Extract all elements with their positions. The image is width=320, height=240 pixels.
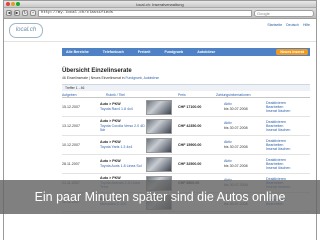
site-header: local.ch Startseite Deutsch Hilfe bbox=[4, 20, 316, 42]
row-status: Aktivbis 30.07.2008 bbox=[224, 140, 266, 149]
top-link-help[interactable]: Hilfe bbox=[303, 23, 310, 27]
row-date: 28.11.2007 bbox=[62, 162, 80, 166]
status-until: bis 30.07.2008 bbox=[224, 164, 248, 168]
car-thumbnail[interactable] bbox=[146, 118, 172, 134]
sort-title[interactable]: Rubrik / Titel bbox=[106, 92, 164, 97]
nav-item-phonebook[interactable]: Telefonbuch bbox=[103, 50, 124, 54]
nav-item-fundgrueb[interactable]: Fundgrueb bbox=[164, 50, 183, 54]
row-price: CHF 42350.00 bbox=[178, 124, 202, 128]
row-title: Auto > PKW Toyota Corolla Verso 2.0 4D 5d… bbox=[100, 119, 146, 133]
car-thumbnail[interactable] bbox=[146, 156, 172, 172]
pager-bar: Treffer 1 - 46 bbox=[62, 84, 310, 91]
zoom-window-button[interactable] bbox=[16, 2, 20, 6]
close-window-button[interactable] bbox=[6, 2, 10, 6]
row-actions: DeaktivierenBearbeitenInserat löschen bbox=[266, 139, 306, 152]
back-button[interactable]: ◀ bbox=[6, 10, 12, 16]
row-status: Aktivbis 30.07.2008 bbox=[224, 102, 266, 111]
page-title: Übersicht Einzelinserate bbox=[62, 68, 132, 74]
row-title-link[interactable]: Toyota Rav4 1.8 4x4 bbox=[100, 107, 146, 112]
new-ad-button[interactable]: Neues Inserat bbox=[276, 49, 308, 55]
delete-link[interactable]: Inserat löschen bbox=[266, 147, 306, 151]
filter-line: 46 Einzelinserate | Neues Einzelinserat … bbox=[62, 76, 159, 80]
window-title: local.ch: Inseratverwaltung bbox=[136, 2, 184, 7]
table-row[interactable]: 15.12.2007 Auto > PKW Toyota Rav4 1.8 4x4… bbox=[62, 98, 310, 117]
address-bar[interactable]: http://my.local.ch/classifieds bbox=[38, 9, 252, 17]
sort-payment[interactable]: Zahlungsinformationen bbox=[216, 92, 266, 97]
table-row[interactable]: 10.12.2007 Auto > PKW Toyota Yaris 1.3 4x… bbox=[62, 136, 310, 155]
window-controls bbox=[6, 2, 20, 6]
top-link-language[interactable]: Deutsch bbox=[286, 23, 299, 27]
row-date: 13.12.2007 bbox=[62, 124, 80, 128]
row-price: CHF 15900.00 bbox=[178, 143, 202, 147]
status-until: bis 30.07.2008 bbox=[224, 107, 248, 111]
row-title-link[interactable]: Toyota Corolla Verso 2.0 4D 5dr bbox=[100, 124, 146, 133]
row-actions: DeaktivierenBearbeitenInserat löschen bbox=[266, 101, 306, 114]
main-nav: Alle Bereiche Telefonbuch Freizeit Fundg… bbox=[62, 48, 310, 56]
status-until: bis 30.07.2008 bbox=[224, 145, 248, 149]
search-input[interactable]: Google bbox=[254, 9, 314, 17]
top-link-home[interactable]: Startseite bbox=[267, 23, 282, 27]
nav-item-autoboerse[interactable]: Autobörse bbox=[197, 50, 215, 54]
delete-link[interactable]: Inserat löschen bbox=[266, 128, 306, 132]
title-bar: local.ch: Inseratverwaltung bbox=[4, 1, 316, 8]
row-status: Aktivbis 30.07.2008 bbox=[224, 159, 266, 168]
sub-nav bbox=[62, 57, 310, 61]
delete-link[interactable]: Inserat löschen bbox=[266, 166, 306, 170]
browser-toolbar: ◀ ▶ ↻ + http://my.local.ch/classifieds G… bbox=[4, 8, 316, 19]
sort-price[interactable]: Preis bbox=[164, 92, 216, 97]
add-bookmark-button[interactable]: + bbox=[30, 10, 36, 16]
row-price: CHF 17100.00 bbox=[178, 105, 202, 109]
row-title: Auto > PKW Toyota Yaris 1.3 4x4 bbox=[100, 140, 146, 149]
row-title: Auto > PKW Toyota Rav4 1.8 4x4 bbox=[100, 102, 146, 111]
status-until: bis 30.07.2008 bbox=[224, 126, 248, 130]
forward-button[interactable]: ▶ bbox=[14, 10, 20, 16]
category-links[interactable]: Fundgrueb, Autobörse bbox=[125, 76, 159, 80]
row-title-link[interactable]: Toyota Auris 1.8 Linea Sol bbox=[100, 164, 146, 169]
ad-count-text: 46 Einzelinserate | Neues Einzelinserat … bbox=[62, 76, 125, 80]
site-logo[interactable]: local.ch bbox=[9, 23, 43, 38]
table-row[interactable]: 13.12.2007 Auto > PKW Toyota Corolla Vers… bbox=[62, 117, 310, 136]
top-links: Startseite Deutsch Hilfe bbox=[264, 23, 310, 27]
delete-link[interactable]: Inserat löschen bbox=[266, 109, 306, 113]
caption-text: Ein paar Minuten später sind die Autos o… bbox=[34, 190, 286, 204]
row-actions: DeaktivierenBearbeitenInserat löschen bbox=[266, 120, 306, 133]
reload-button[interactable]: ↻ bbox=[22, 10, 28, 16]
car-thumbnail[interactable] bbox=[146, 99, 172, 115]
sort-date[interactable]: Aufgeben bbox=[62, 92, 106, 97]
row-status: Aktivbis 30.07.2008 bbox=[224, 121, 266, 130]
row-date: 15.12.2007 bbox=[62, 105, 80, 109]
row-date: 10.12.2007 bbox=[62, 143, 80, 147]
nav-item-all[interactable]: Alle Bereiche bbox=[66, 50, 89, 54]
row-actions: DeaktivierenBearbeitenInserat löschen bbox=[266, 158, 306, 171]
nav-item-leisure[interactable]: Freizeit bbox=[138, 50, 151, 54]
minimize-window-button[interactable] bbox=[11, 2, 15, 6]
car-thumbnail[interactable] bbox=[146, 137, 172, 153]
table-row[interactable]: 28.11.2007 Auto > PKW Toyota Auris 1.8 Li… bbox=[62, 155, 310, 174]
row-title: Auto > PKW Toyota Auris 1.8 Linea Sol bbox=[100, 159, 146, 168]
row-title-link[interactable]: Toyota Yaris 1.3 4x4 bbox=[100, 145, 146, 150]
row-price: CHF 32500.00 bbox=[178, 162, 202, 166]
